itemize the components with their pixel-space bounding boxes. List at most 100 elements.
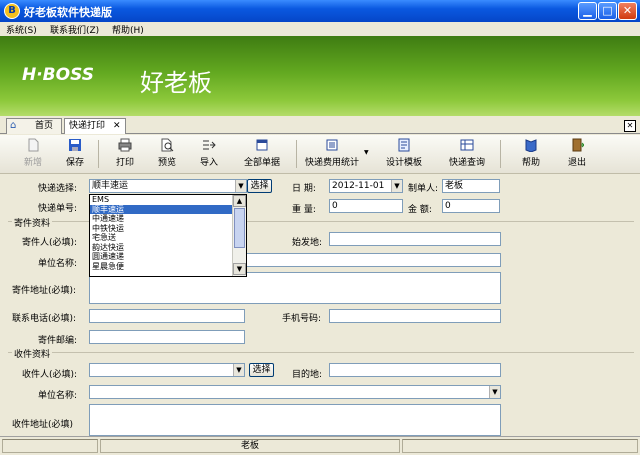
- chevron-down-icon[interactable]: ▼: [391, 180, 402, 192]
- sender-company-field[interactable]: [244, 253, 501, 267]
- save-button[interactable]: 保存: [62, 138, 88, 168]
- help-button[interactable]: 帮助: [518, 138, 544, 168]
- exit-door-icon: [572, 138, 584, 152]
- home-icon: ⌂: [10, 120, 17, 131]
- menu-contact[interactable]: 联系我们(Z): [50, 23, 99, 36]
- toolbar-separator: [296, 140, 297, 168]
- chevron-down-icon[interactable]: ▼: [235, 180, 246, 192]
- dropdown-scrollbar[interactable]: ▲ ▼: [232, 195, 246, 276]
- preview-label: 预览: [157, 158, 176, 168]
- tab-express-print-label: 快递打印: [69, 121, 106, 131]
- courier-option[interactable]: 圆通速递: [90, 252, 232, 262]
- design-template-label: 设计模板: [385, 158, 422, 168]
- phone-label: 联系电话(必填):: [12, 314, 77, 324]
- print-button[interactable]: 打印: [112, 138, 138, 168]
- amount-field[interactable]: 0: [442, 199, 500, 213]
- mobile-field[interactable]: [329, 309, 501, 323]
- import-label: 导入: [199, 158, 218, 168]
- hboss-logo: H·BOSS: [22, 65, 94, 85]
- express-query-button[interactable]: 快递查询: [446, 138, 488, 168]
- dest-field[interactable]: [329, 363, 501, 377]
- save-label: 保存: [65, 158, 84, 168]
- courier-label: 快递选择:: [38, 184, 78, 194]
- receiver-company-select[interactable]: ▼: [89, 385, 501, 399]
- receiver-select-button[interactable]: 选择: [249, 363, 274, 377]
- maker-field[interactable]: 老板: [442, 179, 500, 193]
- receiver-address-field[interactable]: [89, 404, 501, 436]
- exit-button[interactable]: 退出: [564, 138, 590, 168]
- printer-icon: [118, 138, 132, 152]
- receiver-select[interactable]: ▼: [89, 363, 245, 377]
- chevron-down-icon[interactable]: ▼: [233, 364, 244, 376]
- new-button[interactable]: 新增: [20, 138, 46, 168]
- sender-address-label: 寄件地址(必填):: [12, 286, 77, 296]
- tracking-label: 快递单号:: [38, 204, 78, 214]
- preview-icon: [161, 138, 174, 152]
- courier-select-value: 顺丰速运: [92, 181, 129, 191]
- minimize-button[interactable]: ▁: [578, 2, 597, 20]
- preview-button[interactable]: 预览: [154, 138, 180, 168]
- receiver-group: 收件资料: [8, 347, 634, 360]
- tab-home-label: 首页: [35, 121, 54, 131]
- maximize-button[interactable]: □: [598, 2, 617, 20]
- courier-select[interactable]: 顺丰速运 ▼: [89, 179, 247, 193]
- menu-system[interactable]: 系统(S): [6, 23, 37, 36]
- import-button[interactable]: 导入: [196, 138, 222, 168]
- courier-option[interactable]: 中通速递: [90, 214, 232, 224]
- phone-field[interactable]: [89, 309, 245, 323]
- origin-label: 始发地:: [292, 238, 323, 248]
- tab-home[interactable]: ⌂ 首页: [6, 118, 62, 134]
- sender-group-title: 寄件资料: [12, 216, 53, 229]
- receiver-company-label: 单位名称:: [38, 391, 78, 401]
- courier-option[interactable]: 宅急送: [90, 233, 232, 243]
- courier-dropdown-list[interactable]: EMS 顺丰速运 中通速递 中铁快运 宅急送 韵达快运 圆通速递 星晨急便 ▲ …: [89, 194, 247, 277]
- brand-name: 好老板: [140, 69, 212, 97]
- origin-field[interactable]: [329, 232, 501, 246]
- fee-stats-label: 快递费用统计: [304, 158, 359, 168]
- scroll-thumb[interactable]: [234, 208, 245, 248]
- courier-option[interactable]: 星晨急便: [90, 262, 232, 272]
- courier-option[interactable]: 中铁快运: [90, 224, 232, 234]
- scroll-up-icon[interactable]: ▲: [233, 195, 246, 207]
- courier-option-selected[interactable]: 顺丰速运: [90, 204, 232, 214]
- all-orders-button[interactable]: 全部单据: [240, 138, 284, 168]
- tab-express-print[interactable]: 快递打印 ✕: [64, 118, 126, 134]
- toolbar-separator: [500, 140, 501, 168]
- receiver-label: 收件人(必填):: [22, 370, 78, 380]
- courier-option[interactable]: EMS: [90, 195, 232, 205]
- menu-help[interactable]: 帮助(H): [112, 23, 144, 36]
- banner: H·BOSS 好老板: [0, 36, 640, 116]
- panel-close-icon[interactable]: ✕: [624, 120, 636, 132]
- mobile-label: 手机号码:: [282, 314, 322, 324]
- date-picker[interactable]: 2012-11-01 ▼: [329, 179, 403, 193]
- weight-field[interactable]: 0: [329, 199, 403, 213]
- exit-label: 退出: [567, 158, 586, 168]
- courier-option[interactable]: 韵达快运: [90, 243, 232, 253]
- scroll-down-icon[interactable]: ▼: [233, 263, 246, 275]
- menu-bar: 系统(S) 联系我们(Z) 帮助(H): [0, 22, 640, 36]
- all-orders-label: 全部单据: [243, 158, 280, 168]
- toolbar: 新增 保存 打印 预览 导入 全部单据 快递费用统计 ▼ 设计模板 快递查询 帮…: [0, 135, 640, 174]
- chevron-down-icon[interactable]: ▼: [489, 386, 500, 398]
- receiver-group-title: 收件资料: [12, 347, 53, 360]
- window-title: 好老板软件快递版: [24, 6, 112, 19]
- status-cell: [402, 439, 638, 453]
- toolbar-separator: [98, 140, 99, 168]
- template-icon: [398, 138, 410, 152]
- sender-company-label: 单位名称:: [38, 259, 78, 269]
- express-query-label: 快递查询: [448, 158, 485, 168]
- fee-stats-button[interactable]: 快递费用统计: [302, 138, 362, 168]
- design-template-button[interactable]: 设计模板: [384, 138, 424, 168]
- sender-label: 寄件人(必填):: [22, 238, 78, 248]
- dest-label: 目的地:: [292, 370, 323, 380]
- tab-bar: ⌂ 首页 快递打印 ✕ ✕: [0, 116, 640, 134]
- tab-close-icon[interactable]: ✕: [113, 119, 121, 133]
- query-icon: [460, 139, 474, 151]
- postcode-field[interactable]: [89, 330, 245, 344]
- amount-label: 金 额:: [408, 205, 432, 215]
- fee-stats-dropdown-icon[interactable]: ▼: [364, 149, 369, 156]
- courier-select-button[interactable]: 选择: [247, 179, 272, 193]
- date-value: 2012-11-01: [332, 181, 385, 191]
- close-button[interactable]: ✕: [618, 2, 637, 20]
- app-icon[interactable]: B: [4, 3, 20, 19]
